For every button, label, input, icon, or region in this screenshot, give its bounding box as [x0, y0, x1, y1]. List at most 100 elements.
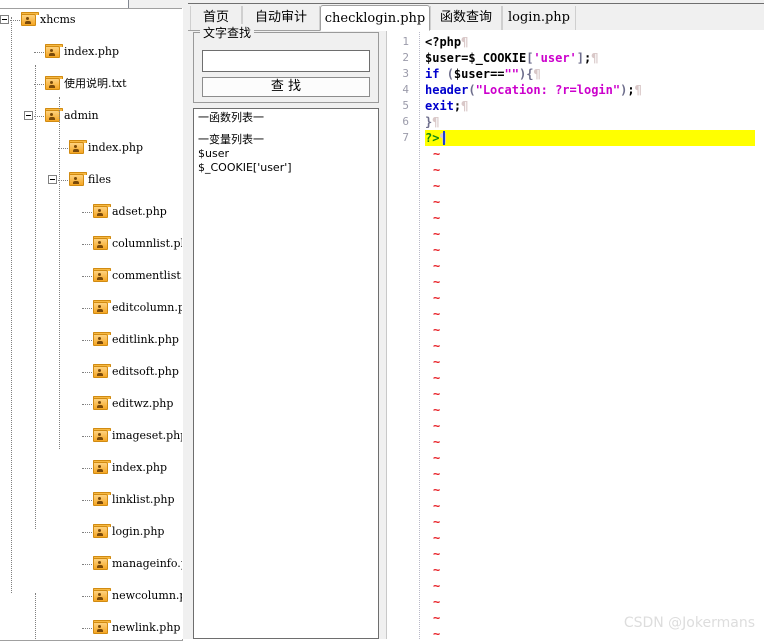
tree-node-label: index.php — [112, 461, 168, 474]
list-item[interactable]: $_COOKIE['user'] — [198, 161, 374, 175]
tree-node-label: files — [88, 173, 112, 186]
tree-node[interactable]: manageinfo.php — [0, 556, 182, 572]
list-item[interactable]: $user — [198, 147, 374, 161]
tree-node[interactable]: adset.php — [0, 204, 182, 220]
tree-node[interactable]: newlink.php — [0, 620, 182, 636]
line-number: 1 — [402, 35, 409, 48]
tree-node[interactable]: imageset.php — [0, 428, 182, 444]
empty-line-marker: ~ — [433, 323, 441, 337]
code-line[interactable]: $user=$_COOKIE['user'];¶ — [425, 50, 598, 66]
tree-node[interactable]: 使用说明.txt — [0, 76, 182, 92]
csdn-watermark: CSDN @Jokermans — [623, 615, 755, 631]
tree-connector — [82, 372, 92, 374]
empty-line-marker: ~ — [433, 611, 441, 625]
tree-connector — [82, 340, 92, 342]
tree-connector — [35, 65, 37, 529]
text-search-groupbox: 文字查找 查 找 — [193, 24, 379, 103]
tree-node[interactable]: newcolumn.php — [0, 588, 182, 604]
tree-node-label: manageinfo.php — [112, 557, 182, 570]
line-number: 2 — [402, 51, 409, 64]
folder-icon — [93, 204, 111, 218]
folder-icon — [69, 172, 87, 186]
empty-line-marker: ~ — [433, 547, 441, 561]
tree-connector — [11, 17, 13, 593]
folder-icon — [93, 300, 111, 314]
file-tree-list[interactable]: xhcms index.php 使用说明.txt admin index.php file… — [0, 9, 182, 640]
tree-node[interactable]: xhcms — [0, 12, 182, 28]
collapse-icon[interactable] — [48, 175, 57, 184]
code-line[interactable]: header("Location: ?r=login");¶ — [425, 82, 642, 98]
function-list-header: 一函数列表一 — [198, 111, 264, 124]
tree-node-label: linklist.php — [112, 493, 175, 506]
tree-node[interactable]: commentlist.php — [0, 268, 182, 284]
folder-icon — [93, 428, 111, 442]
tree-node-label: admin — [64, 109, 99, 122]
file-tree-panel[interactable]: xhcms index.php 使用说明.txt admin index.php file… — [0, 8, 183, 641]
tree-node[interactable]: editsoft.php — [0, 364, 182, 380]
editor-line-number-gutter: 1 2 3 4 5 6 7 — [387, 30, 415, 639]
line-number: 6 — [402, 115, 409, 128]
tree-node-label: editsoft.php — [112, 365, 179, 378]
folder-icon — [21, 12, 39, 26]
empty-line-marker: ~ — [433, 195, 441, 209]
empty-line-marker: ~ — [433, 531, 441, 545]
tree-node[interactable]: columnlist.php — [0, 236, 182, 252]
tree-connector — [82, 212, 92, 214]
collapse-icon[interactable] — [24, 111, 33, 120]
folder-icon — [93, 588, 111, 602]
tree-node-label: index.php — [88, 141, 144, 154]
empty-line-marker: ~ — [433, 147, 441, 161]
tree-connector — [82, 468, 92, 470]
tree-node[interactable]: index.php — [0, 44, 182, 60]
tree-node[interactable]: index.php — [0, 140, 182, 156]
find-button[interactable]: 查 找 — [202, 77, 370, 97]
empty-line-marker: ~ — [433, 243, 441, 257]
editor-indent-guide — [419, 30, 420, 639]
tab-4[interactable]: 函数查询 — [430, 6, 502, 30]
tree-connector — [82, 500, 92, 502]
empty-line-marker: ~ — [433, 515, 441, 529]
empty-line-marker: ~ — [433, 275, 441, 289]
tree-node-label: 使用说明.txt — [64, 77, 127, 90]
tree-node-label: commentlist.php — [112, 269, 182, 282]
empty-line-marker: ~ — [433, 259, 441, 273]
tree-node-label: xhcms — [40, 13, 76, 26]
search-input[interactable] — [202, 50, 370, 72]
code-line[interactable]: exit;¶ — [425, 98, 468, 114]
folder-icon — [93, 364, 111, 378]
folder-icon — [93, 236, 111, 250]
tree-node[interactable]: files — [0, 172, 182, 188]
tree-node[interactable]: admin — [0, 108, 182, 124]
tree-node-label: login.php — [112, 525, 165, 538]
tree-node-label: columnlist.php — [112, 237, 182, 250]
empty-line-marker: ~ — [433, 291, 441, 305]
empty-line-marker: ~ — [433, 595, 441, 609]
empty-line-marker: ~ — [433, 467, 441, 481]
empty-line-marker: ~ — [433, 387, 441, 401]
code-line[interactable]: }¶ — [425, 114, 439, 130]
folder-icon — [45, 44, 63, 58]
app-window: xhcms index.php 使用说明.txt admin index.php file… — [0, 0, 764, 641]
tree-node[interactable]: login.php — [0, 524, 182, 540]
tree-node[interactable]: editwz.php — [0, 396, 182, 412]
tree-node[interactable]: editcolumn.php — [0, 300, 182, 316]
tab-5[interactable]: login.php — [502, 6, 576, 30]
tree-connector — [82, 564, 92, 566]
tree-node[interactable]: editlink.php — [0, 332, 182, 348]
tab-3[interactable]: checklogin.php — [320, 5, 430, 31]
code-editor[interactable]: 1 2 3 4 5 6 7 <?php¶ $user=$_COOKIE['user'];¶ if… — [386, 30, 764, 639]
symbol-list-panel[interactable]: 一函数列表一 一变量列表一 $user $_COOKIE['user'] — [193, 108, 379, 639]
collapse-icon[interactable] — [0, 15, 9, 24]
empty-line-marker: ~ — [433, 435, 441, 449]
empty-line-marker: ~ — [433, 227, 441, 241]
tree-node-label: editlink.php — [112, 333, 179, 346]
code-line[interactable]: if ($user==""){¶ — [425, 66, 541, 82]
code-line[interactable]: <?php¶ — [425, 34, 468, 50]
editor-tab-bar[interactable]: 首页 自动审计 checklogin.php 函数查询 login.php — [188, 3, 764, 31]
tree-node[interactable]: linklist.php — [0, 492, 182, 508]
folder-icon — [69, 140, 87, 154]
tree-node-label: editcolumn.php — [112, 301, 182, 314]
tree-node-label: index.php — [64, 45, 120, 58]
tree-node[interactable]: index.php — [0, 460, 182, 476]
